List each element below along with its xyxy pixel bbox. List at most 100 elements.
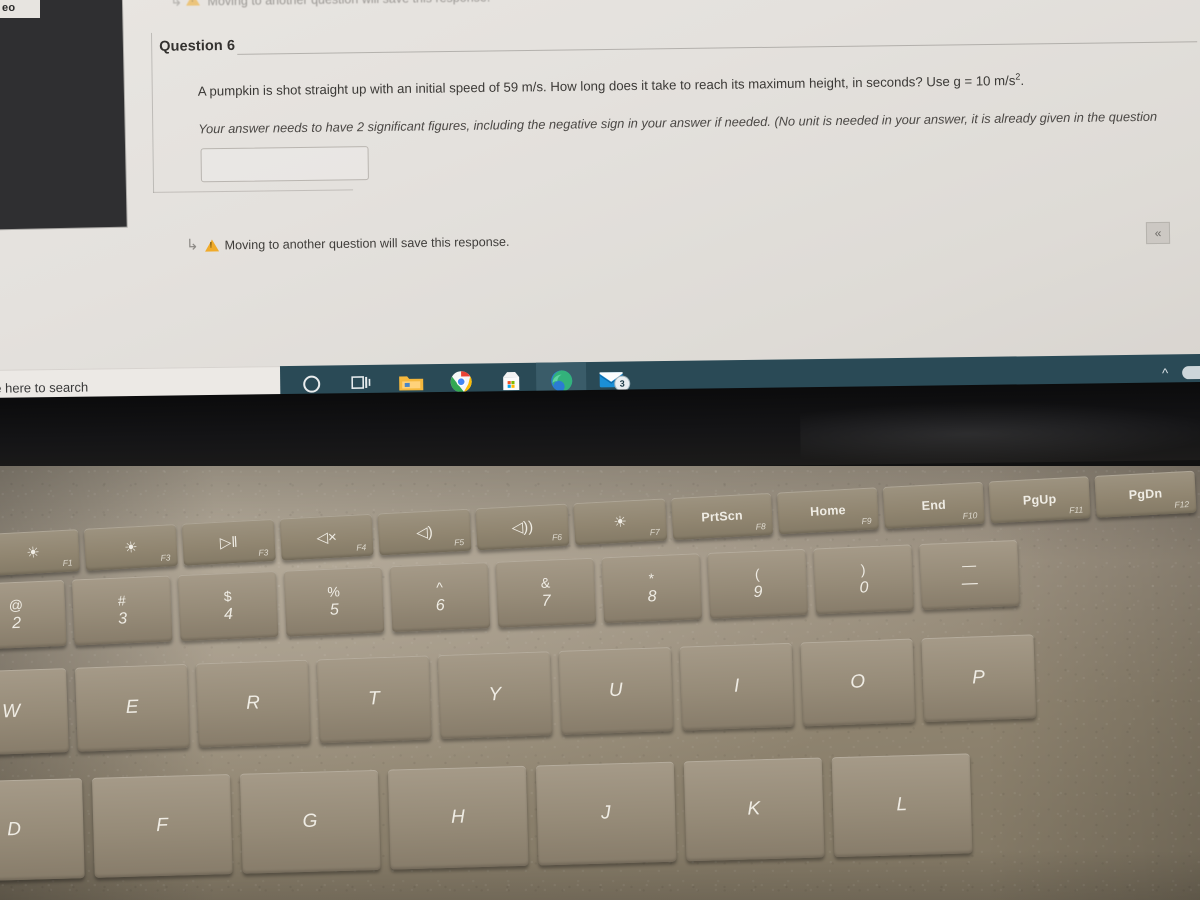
key-9[interactable]: (9 xyxy=(707,548,809,619)
key-l[interactable]: L xyxy=(831,753,973,858)
key-h[interactable]: H xyxy=(387,765,529,870)
key-f7-label: F7 xyxy=(649,526,661,538)
key-f12-pgdn[interactable]: PgDn F12 xyxy=(1094,470,1197,518)
key-j-label: J xyxy=(600,802,612,824)
key-6[interactable]: ^ 6 xyxy=(389,562,491,633)
key-w-label: W xyxy=(1,700,21,723)
key-f3[interactable]: ▷‖ F3 xyxy=(181,518,276,566)
key-e[interactable]: E xyxy=(74,663,190,752)
key-4[interactable]: $4 xyxy=(177,571,279,642)
key-u[interactable]: U xyxy=(558,646,674,735)
key-k-label: K xyxy=(747,798,761,820)
key-f1-label: F1 xyxy=(62,557,73,569)
volume-up-icon: ◁)) xyxy=(511,518,534,537)
key-f-label: F xyxy=(155,814,169,837)
key-f6-label: F6 xyxy=(551,531,563,543)
key-f4-label: F4 xyxy=(356,542,367,553)
key-4-base: 4 xyxy=(223,605,234,624)
key-8-shift: * xyxy=(648,570,655,587)
key-0[interactable]: ) 0 xyxy=(813,544,914,615)
key-7[interactable]: & 7 xyxy=(495,557,597,628)
key-8[interactable]: * 8 xyxy=(601,553,703,624)
key-d[interactable]: D xyxy=(0,778,85,882)
key-g[interactable]: G xyxy=(239,769,381,874)
key-d-label: D xyxy=(6,818,22,841)
key-2-shift: @ xyxy=(8,596,24,614)
key-i[interactable]: I xyxy=(679,642,795,731)
key-5-base: 5 xyxy=(329,601,340,619)
key-o[interactable]: O xyxy=(800,638,916,727)
key-r[interactable]: R xyxy=(195,659,311,748)
key-p[interactable]: P xyxy=(921,634,1037,723)
key-f2[interactable]: ☀ F3 xyxy=(83,524,178,571)
key-e-label: E xyxy=(125,696,140,719)
key-f11-pgup[interactable]: PgUp F11 xyxy=(988,476,1091,524)
key-2[interactable]: @2 xyxy=(0,579,67,650)
key-2-base: 2 xyxy=(11,614,22,633)
key-y-label: Y xyxy=(488,683,503,706)
key-f9-label: F9 xyxy=(861,515,872,527)
key-6-base: 6 xyxy=(435,596,446,615)
key-0-shift: ) xyxy=(860,561,866,578)
key-3-shift: # xyxy=(117,592,127,609)
key-8-base: 8 xyxy=(647,588,657,606)
key-4-shift: $ xyxy=(223,587,232,605)
laptop-photo: eo ↳ Moving to another question will sav… xyxy=(0,0,1200,900)
key-f[interactable]: F xyxy=(91,774,233,878)
key-k[interactable]: K xyxy=(683,757,825,862)
key-f5[interactable]: ◁) F5 xyxy=(377,508,472,556)
key-5-shift: % xyxy=(327,583,341,600)
key-f10-label: F10 xyxy=(962,510,978,521)
key-p-label: P xyxy=(971,667,986,689)
key-f4[interactable]: ◁× F4 xyxy=(279,513,374,561)
keyboard-rows: ☀ F1 ☀ F3 ▷‖ F3 ◁× F4 ◁) F5 ◁)) F6 ☀ F7 … xyxy=(0,0,1200,900)
key-l-label: L xyxy=(896,794,908,816)
volume-down-icon: ◁) xyxy=(415,523,434,542)
key-o-label: O xyxy=(849,671,866,693)
key-h-label: H xyxy=(450,806,466,828)
key-u-label: U xyxy=(608,679,624,702)
play-pause-icon: ▷‖ xyxy=(219,533,239,552)
brightness-down-icon: ☀ xyxy=(25,544,41,562)
key-t[interactable]: T xyxy=(316,655,432,744)
key-6-shift: ^ xyxy=(435,578,444,596)
key-3-base: 3 xyxy=(117,610,128,628)
key-f8-prtscn[interactable]: PrtScn F8 xyxy=(671,492,774,541)
key-f8-label: F8 xyxy=(755,521,766,532)
key-w[interactable]: W xyxy=(0,668,69,756)
key-f1[interactable]: ☀ F1 xyxy=(0,529,81,576)
key-minus[interactable]: — — xyxy=(919,539,1020,610)
key-f6[interactable]: ◁)) F6 xyxy=(475,503,570,551)
key-f12-name: PgDn xyxy=(1128,486,1163,503)
key-j[interactable]: J xyxy=(535,761,677,866)
key-f11-name: PgUp xyxy=(1022,491,1057,508)
key-3[interactable]: #3 xyxy=(71,575,173,646)
key-0-base: 0 xyxy=(859,579,869,597)
keyboard-letter-row-home: D F G H J K L xyxy=(0,753,982,882)
key-7-shift: & xyxy=(540,574,551,591)
key-f10-name: End xyxy=(921,497,947,513)
key-f5-label: F5 xyxy=(453,536,465,548)
key-r-label: R xyxy=(245,692,261,714)
key-f9-name: Home xyxy=(809,502,847,519)
key-5[interactable]: % 5 xyxy=(283,566,385,637)
volume-mute-icon: ◁× xyxy=(316,528,338,547)
key-t-label: T xyxy=(367,688,381,710)
key-f9-home[interactable]: Home F9 xyxy=(776,487,879,535)
key-f7[interactable]: ☀ F7 xyxy=(573,498,668,546)
key-f10-end[interactable]: End F10 xyxy=(882,481,985,529)
keyboard-letter-row-top: W E R T Y U I O P xyxy=(0,634,1045,756)
key-f3-label: F3 xyxy=(258,547,269,558)
key-f8-name: PrtScn xyxy=(701,508,744,525)
brightness-up-icon: ☀ xyxy=(123,539,139,557)
key-i-label: I xyxy=(733,675,741,697)
key-7-base: 7 xyxy=(541,592,552,610)
key-f12-label: F12 xyxy=(1174,499,1190,510)
key-minus-shift: — xyxy=(961,556,977,574)
keyboard-backlight-icon: ☀ xyxy=(613,513,628,532)
key-f11-label: F11 xyxy=(1068,504,1084,516)
key-9-base: 9 xyxy=(753,583,763,601)
key-f2-label: F3 xyxy=(160,552,171,563)
key-y[interactable]: Y xyxy=(437,651,553,740)
key-g-label: G xyxy=(302,810,319,832)
